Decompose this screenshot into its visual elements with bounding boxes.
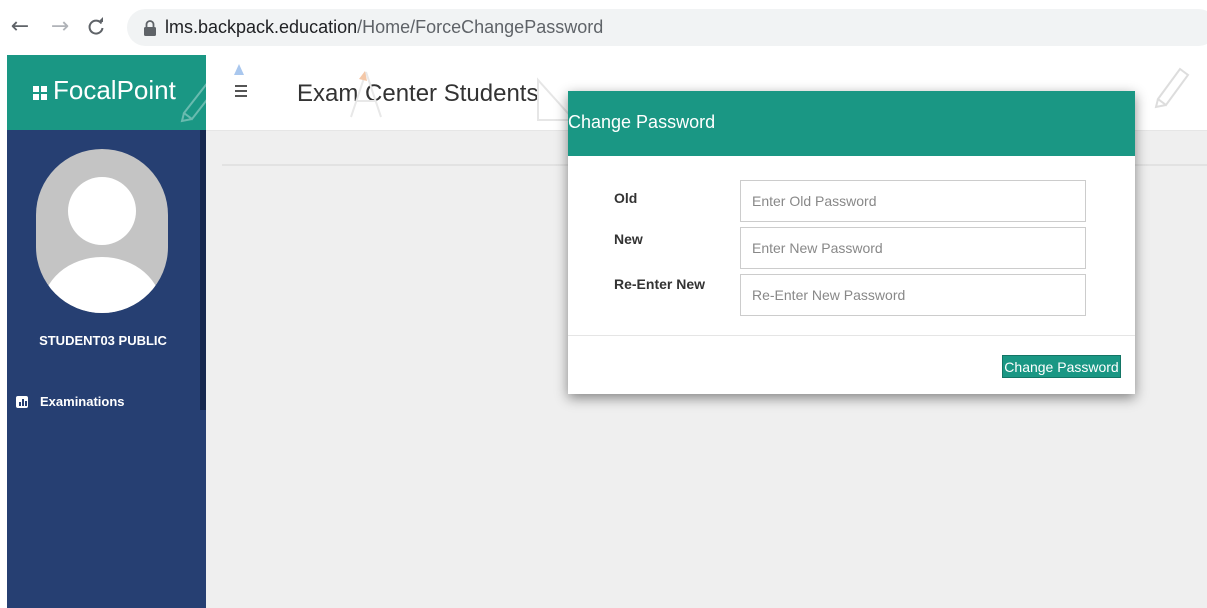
reenter-password-input[interactable] [740,274,1086,316]
student-name: STUDENT03 PUBLIC [39,333,167,348]
avatar [36,149,168,313]
lock-icon [144,20,156,36]
sidebar-item-label: Examinations [40,394,125,409]
decoration-icon [234,64,244,75]
hamburger-icon[interactable] [235,85,247,97]
change-password-modal: Change Password Old New Re-Enter New Cha… [568,91,1135,394]
old-password-input[interactable] [740,180,1086,222]
reenter-password-label: Re-Enter New [614,276,706,292]
modal-divider [568,335,1135,336]
url-host: lms.backpack.education [165,17,358,37]
url-text: lms.backpack.education/Home/ForceChangeP… [165,17,603,38]
page-title: Exam Center Students [297,80,539,107]
new-password-input[interactable] [740,227,1086,269]
arrow-left-icon[interactable]: ← [9,14,31,40]
url-path: /Home/ForceChangePassword [357,17,604,37]
compass-decoration-icon [350,71,382,118]
grid-icon [33,86,47,100]
user-silhouette-icon [42,177,162,313]
arrow-right-icon[interactable]: → [49,14,71,40]
modal-header: Change Password [568,91,1135,156]
bar-chart-icon [16,396,28,408]
address-bar[interactable]: lms.backpack.education/Home/ForceChangeP… [127,9,1207,46]
new-password-label: New [614,231,643,247]
brand-logo[interactable]: FocalPoint [7,55,222,130]
sidebar-item-examinations[interactable]: Examinations [14,393,199,415]
modal-title: Change Password [568,112,716,132]
sidebar: STUDENT03 PUBLIC Examinations [7,130,206,608]
brand-name: FocalPoint [53,75,176,105]
reload-icon[interactable] [85,14,107,40]
browser-toolbar: ← → lms.backpack.education/Home/ForceCha… [0,0,1207,55]
pencil-decoration-icon [1154,67,1190,109]
change-password-button[interactable]: Change Password [1002,355,1121,378]
old-password-label: Old [614,190,638,206]
